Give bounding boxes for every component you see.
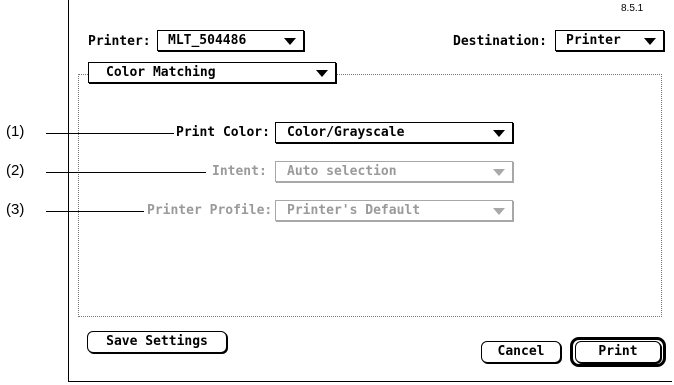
- intent-label: Intent:: [212, 164, 267, 179]
- print-color-popup[interactable]: Color/Grayscale: [275, 122, 513, 143]
- printer-popup-value: MLT_504486: [168, 33, 247, 48]
- print-color-label: Print Color:: [176, 125, 270, 140]
- cancel-button[interactable]: Cancel: [481, 341, 561, 363]
- printer-profile-popup: Printer's Default: [275, 200, 513, 221]
- chevron-down-icon: [316, 70, 328, 77]
- destination-popup[interactable]: Printer: [555, 30, 664, 51]
- chevron-down-icon: [644, 38, 656, 45]
- callout-3-leader: [46, 211, 144, 212]
- intent-popup: Auto selection: [275, 161, 513, 182]
- callout-1-leader: [46, 133, 174, 134]
- panel-popup[interactable]: Color Matching: [88, 62, 336, 83]
- callout-2-leader: [46, 172, 206, 173]
- callout-1: (1): [6, 123, 25, 140]
- destination-label: Destination:: [453, 34, 547, 49]
- callout-2: (2): [6, 162, 25, 179]
- chevron-down-icon: [284, 38, 296, 45]
- printer-profile-label: Printer Profile:: [147, 203, 273, 218]
- color-matching-group: [78, 74, 662, 317]
- version-label: 8.5.1: [621, 3, 644, 14]
- print-button[interactable]: Print: [575, 341, 661, 363]
- chevron-down-icon: [493, 130, 505, 137]
- printer-profile-value: Printer's Default: [287, 203, 421, 218]
- save-settings-button[interactable]: Save Settings: [87, 331, 227, 353]
- panel-popup-value: Color Matching: [106, 65, 216, 80]
- printer-popup[interactable]: MLT_504486: [157, 30, 304, 51]
- chevron-down-icon: [493, 169, 505, 176]
- print-color-value: Color/Grayscale: [287, 125, 405, 140]
- destination-popup-value: Printer: [566, 33, 621, 48]
- intent-value: Auto selection: [287, 164, 397, 179]
- chevron-down-icon: [493, 208, 505, 215]
- callout-3: (3): [6, 201, 25, 218]
- printer-label: Printer:: [88, 34, 151, 49]
